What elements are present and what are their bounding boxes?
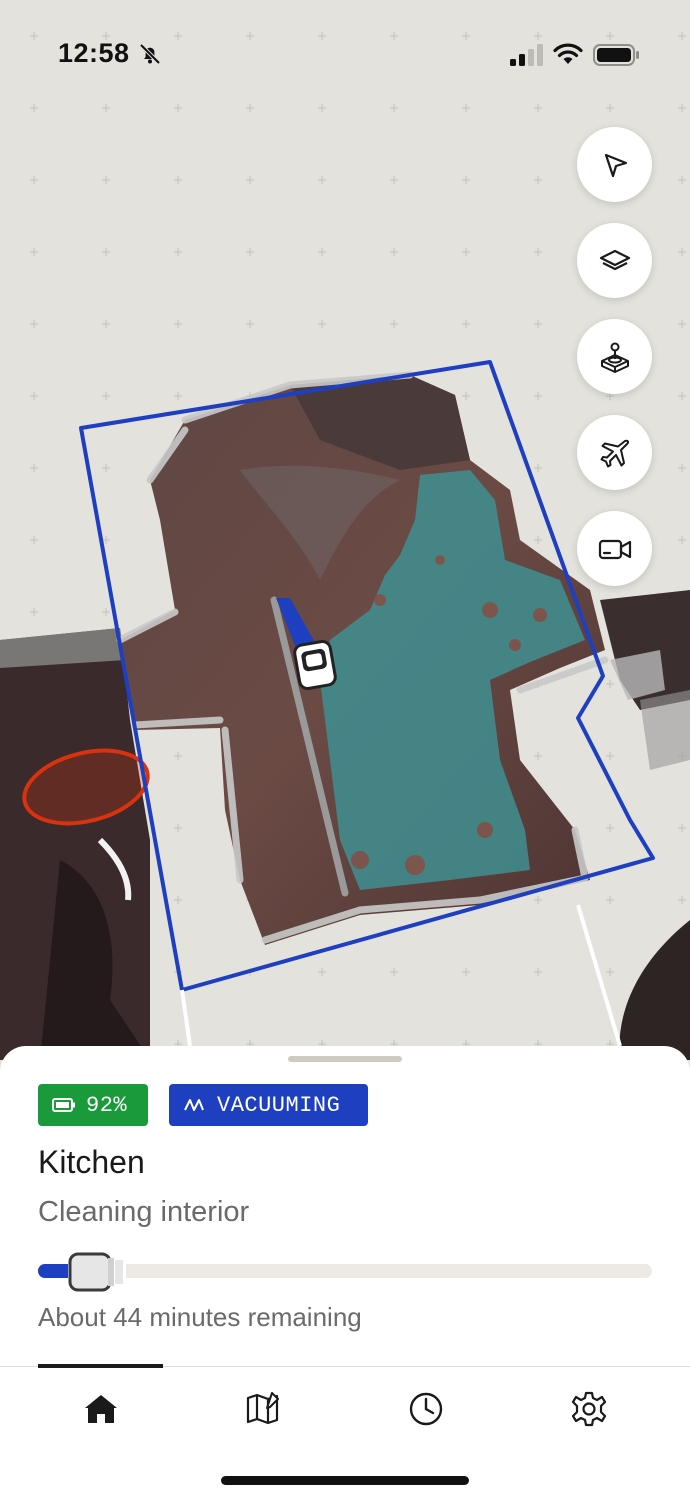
bell-slash-icon xyxy=(139,43,161,65)
video-camera-icon xyxy=(598,539,631,559)
home-icon xyxy=(85,1395,117,1423)
home-indicator[interactable] xyxy=(221,1476,469,1485)
joystick-button[interactable] xyxy=(577,319,652,394)
task-name: Cleaning interior xyxy=(38,1196,250,1228)
battery-icon xyxy=(593,44,639,66)
status-bar: 12:58 xyxy=(0,0,690,110)
robot-marker[interactable] xyxy=(293,639,337,691)
progress-bar xyxy=(38,1252,652,1292)
status-sheet[interactable]: 92% VACUUMING Kitchen Cleaning interior … xyxy=(0,1046,690,1500)
status-time: 12:58 xyxy=(58,38,130,68)
clock-icon xyxy=(409,1392,443,1426)
tab-selected-indicator xyxy=(38,1364,163,1368)
navigation-arrow-icon xyxy=(604,153,627,177)
gear-icon xyxy=(571,1391,607,1427)
navigate-button[interactable] xyxy=(577,127,652,202)
battery-badge: 92% xyxy=(38,1084,148,1126)
joystick-icon xyxy=(600,342,629,373)
layers-icon xyxy=(599,249,630,270)
tab-map[interactable] xyxy=(238,1384,288,1434)
tab-home[interactable] xyxy=(76,1384,126,1434)
flight-button[interactable] xyxy=(577,415,652,490)
battery-icon xyxy=(52,1098,75,1112)
app-screen: 12:58 92% VACUUMING Kitchen Cleaning int… xyxy=(0,0,690,1500)
sheet-grabber[interactable] xyxy=(288,1056,402,1062)
wifi-icon xyxy=(553,43,583,64)
activity-icon xyxy=(184,1099,204,1111)
status-label: VACUUMING xyxy=(217,1092,341,1118)
tab-settings[interactable] xyxy=(564,1384,614,1434)
cellular-signal-icon xyxy=(510,44,543,66)
camera-button[interactable] xyxy=(577,511,652,586)
tab-history[interactable] xyxy=(401,1384,451,1434)
battery-label: 92% xyxy=(86,1092,128,1118)
map-edit-icon xyxy=(246,1392,279,1425)
layers-button[interactable] xyxy=(577,223,652,298)
robot-progress-icon xyxy=(68,1252,126,1292)
status-badge: VACUUMING xyxy=(169,1084,368,1126)
time-remaining: About 44 minutes remaining xyxy=(38,1302,362,1332)
room-name: Kitchen xyxy=(38,1144,145,1180)
airplane-icon xyxy=(600,439,629,467)
